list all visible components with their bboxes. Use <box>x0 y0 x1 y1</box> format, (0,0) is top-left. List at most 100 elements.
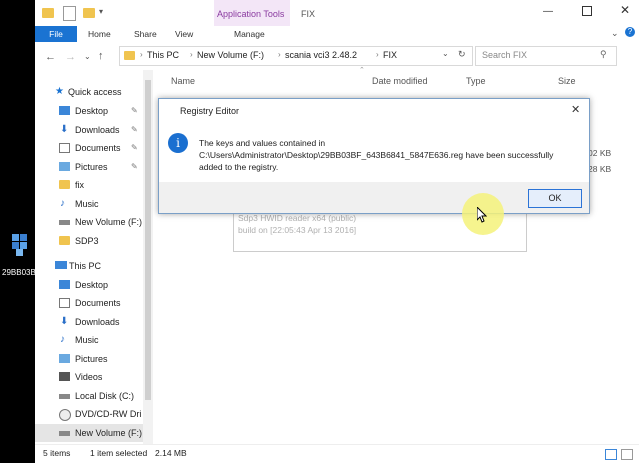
nav-label: Pictures <box>75 354 108 364</box>
nav-item-pictures[interactable]: Pictures ✎ <box>35 158 153 176</box>
ribbon-expand-icon[interactable]: ⌄ <box>611 28 619 39</box>
computer-icon <box>55 261 67 269</box>
nav-this-pc[interactable]: This PC <box>35 257 153 275</box>
dialog-message: The keys and values contained in C:\User… <box>199 137 553 173</box>
new-folder-icon[interactable] <box>83 8 95 18</box>
info-icon: i <box>168 133 188 153</box>
maximize-icon[interactable] <box>582 6 592 16</box>
nav-scrollbar[interactable] <box>143 70 153 444</box>
status-selected: 1 item selected <box>90 448 148 458</box>
column-type[interactable]: Type <box>466 76 486 86</box>
pin-icon: ✎ <box>131 125 138 134</box>
nav-quick-access[interactable]: ★ Quick access <box>35 83 153 101</box>
column-date[interactable]: Date modified <box>372 76 428 86</box>
ribbon: File Home Share View Manage ⌄ ? <box>35 26 639 43</box>
nav-item-sdp3[interactable]: SDP3 <box>35 232 153 250</box>
nav-item-documents[interactable]: Documents ✎ <box>35 139 153 157</box>
nav-pc-pictures[interactable]: Pictures <box>35 350 153 368</box>
quick-access-dropdown-icon[interactable]: ▾ <box>99 7 103 16</box>
scrollbar-thumb[interactable] <box>145 80 151 400</box>
search-input[interactable]: Search FIX <box>482 50 527 60</box>
title-bar: ▾ Application Tools FIX — ✕ <box>35 0 639 26</box>
documents-icon <box>59 143 70 153</box>
nav-label: Desktop <box>75 280 109 290</box>
nav-label: Documents <box>75 298 121 308</box>
star-icon: ★ <box>55 86 64 97</box>
nav-pc-dvd[interactable]: DVD/CD-RW Dri <box>35 405 153 423</box>
properties-icon[interactable] <box>63 6 76 21</box>
drive-icon <box>59 431 70 436</box>
back-icon[interactable]: ← <box>45 51 56 63</box>
search-box[interactable]: Search FIX ⚲ <box>475 46 617 66</box>
column-size[interactable]: Size <box>558 76 576 86</box>
breadcrumb-sep-icon[interactable]: › <box>376 50 379 59</box>
pictures-icon <box>59 162 70 171</box>
breadcrumb-scania[interactable]: scania vci3 2.48.2 <box>285 50 357 60</box>
address-dropdown-icon[interactable]: ⌄ <box>442 49 449 58</box>
tab-home[interactable]: Home <box>88 26 111 42</box>
nav-label: New Volume (F:) <box>75 428 143 438</box>
videos-icon <box>59 372 70 381</box>
breadcrumb-sep-icon[interactable]: › <box>140 50 143 59</box>
nav-item-new-volume[interactable]: New Volume (F:) <box>35 213 153 231</box>
minimize-icon[interactable]: — <box>543 6 553 17</box>
folder-icon <box>59 236 70 245</box>
help-icon[interactable]: ? <box>625 27 635 37</box>
breadcrumb-sep-icon[interactable]: › <box>190 50 193 59</box>
dialog-close-icon[interactable]: ✕ <box>571 103 580 116</box>
pin-icon: ✎ <box>131 143 138 152</box>
nav-item-music[interactable]: ♪ Music <box>35 195 153 213</box>
dialog-button-area <box>159 182 589 213</box>
desktop-file-icon[interactable]: 29BB03B <box>2 232 36 277</box>
nav-label: Videos <box>75 372 103 382</box>
tab-share[interactable]: Share <box>134 26 157 42</box>
breadcrumb-new-volume[interactable]: New Volume (F:) <box>197 50 264 60</box>
disc-icon <box>59 409 71 421</box>
nav-label: fix <box>75 180 84 190</box>
registry-editor-dialog: Registry Editor ✕ i The keys and values … <box>158 98 590 214</box>
ok-button[interactable]: OK <box>528 189 582 208</box>
nav-pc-documents[interactable]: Documents <box>35 294 153 312</box>
nav-pc-new-volume[interactable]: New Volume (F:) <box>35 424 153 442</box>
address-bar[interactable]: › This PC › New Volume (F:) › scania vci… <box>119 46 473 66</box>
desktop-icon <box>59 280 70 289</box>
cube-icon <box>12 234 28 256</box>
nav-pc-local-disk[interactable]: Local Disk (C:) <box>35 387 153 405</box>
nav-label: Downloads <box>75 317 120 327</box>
status-items-count: 5 items <box>43 448 71 458</box>
up-icon[interactable]: ↑ <box>98 50 104 62</box>
nav-pc-music[interactable]: ♪ Music <box>35 331 153 349</box>
documents-icon <box>59 298 70 308</box>
nav-label: Music <box>75 335 99 345</box>
nav-item-fix[interactable]: fix <box>35 176 153 194</box>
file-size-value: 28 KB <box>588 164 612 174</box>
nav-pc-videos[interactable]: Videos <box>35 368 153 386</box>
drive-icon <box>59 394 70 399</box>
nav-item-downloads[interactable]: ⬇ Downloads ✎ <box>35 121 153 139</box>
refresh-icon[interactable]: ↻ <box>458 49 466 60</box>
music-icon: ♪ <box>60 334 65 345</box>
breadcrumb-this-pc[interactable]: This PC <box>147 50 179 60</box>
breadcrumb-sep-icon[interactable]: › <box>278 50 281 59</box>
close-icon[interactable]: ✕ <box>620 3 630 17</box>
column-name[interactable]: Name <box>171 76 195 86</box>
nav-pc-desktop[interactable]: Desktop <box>35 276 153 294</box>
tab-file[interactable]: File <box>35 26 77 42</box>
details-view-icon[interactable] <box>605 449 617 460</box>
search-icon: ⚲ <box>600 49 607 59</box>
pin-icon: ✎ <box>131 106 138 115</box>
forward-icon[interactable]: → <box>65 51 76 63</box>
recent-dropdown-icon[interactable]: ⌄ <box>84 52 91 61</box>
file-size-value: 02 KB <box>588 148 612 158</box>
pictures-icon <box>59 354 70 363</box>
desktop-icon <box>59 106 70 115</box>
large-icons-view-icon[interactable] <box>621 449 633 460</box>
nav-item-desktop[interactable]: Desktop ✎ <box>35 102 153 120</box>
nav-label: DVD/CD-RW Dri <box>75 409 142 419</box>
message-line: added to the registry. <box>199 162 279 172</box>
app-tools-label: Application Tools <box>217 9 285 19</box>
breadcrumb-fix[interactable]: FIX <box>383 50 397 60</box>
nav-pc-downloads[interactable]: ⬇ Downloads <box>35 313 153 331</box>
tab-view[interactable]: View <box>175 26 193 42</box>
tab-manage[interactable]: Manage <box>234 26 265 42</box>
